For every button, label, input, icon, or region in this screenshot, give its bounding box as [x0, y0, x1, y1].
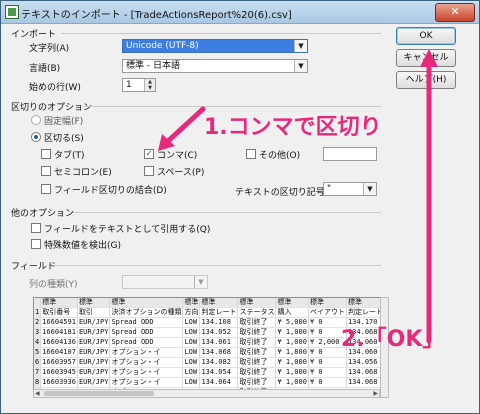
- annotation-step2: 2.「OK」: [341, 327, 445, 352]
- text-import-dialog: テキストのインポート - [TradeActionsReport%20(6).c…: [0, 0, 480, 414]
- arrow-icon: [158, 106, 206, 151]
- annotation-step1: 1.コンマで区切り: [204, 115, 382, 140]
- arrow-icon: [420, 49, 438, 344]
